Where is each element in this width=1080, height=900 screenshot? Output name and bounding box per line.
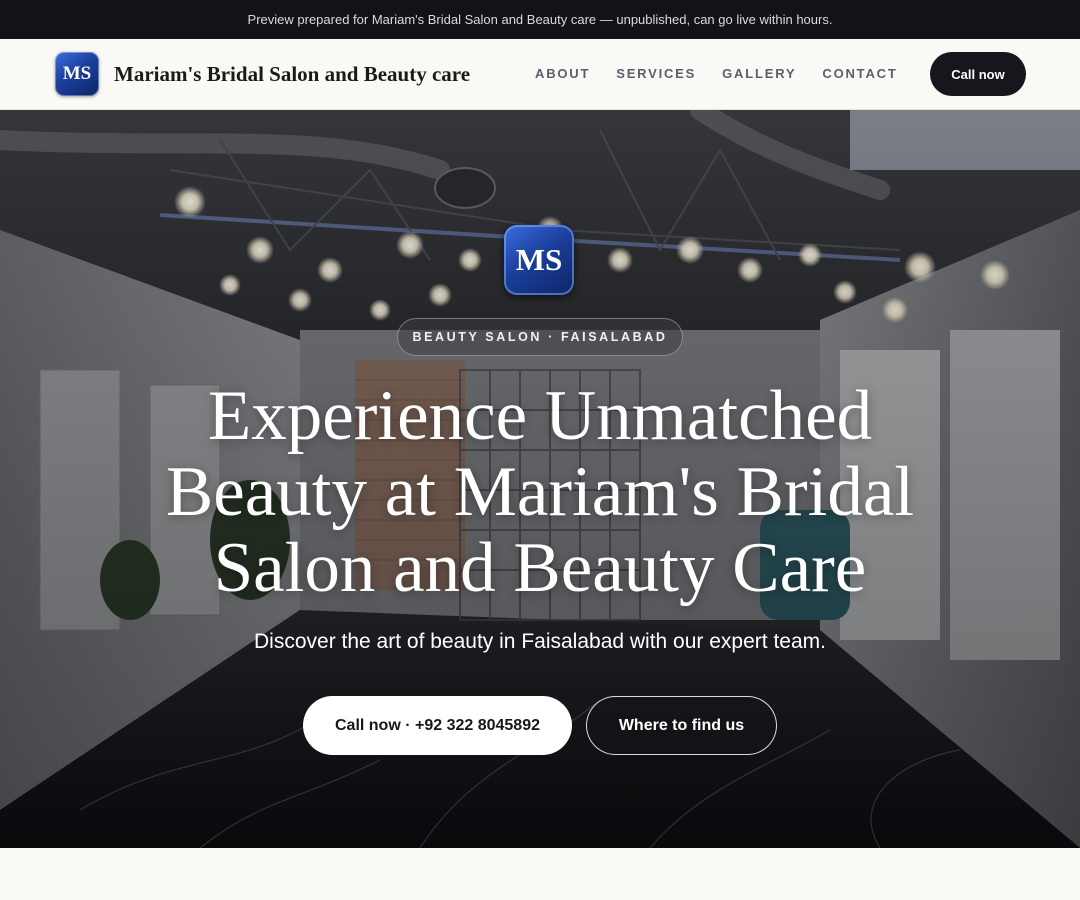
brand-logo-initials: MS [62,63,92,84]
nav-call-button[interactable]: Call now [930,52,1026,96]
nav-link-about[interactable]: ABOUT [535,66,590,81]
preview-banner: Preview prepared for Mariam's Bridal Sal… [0,0,1080,39]
hero-section: MS BEAUTY SALON · FAISALABAD Experience … [0,110,1080,848]
brand-name[interactable]: Mariam's Bridal Salon and Beauty care [114,62,470,87]
nav-link-contact[interactable]: CONTACT [822,66,897,81]
hero-logo: MS [504,225,574,295]
hero-headline: Experience Unmatched Beauty at Mariam's … [165,377,915,607]
hero-find-us-button[interactable]: Where to find us [586,696,777,755]
hero-tagline-badge: BEAUTY SALON · FAISALABAD [397,318,683,356]
top-navigation: MS Mariam's Bridal Salon and Beauty care… [0,39,1080,110]
nav-links: ABOUT SERVICES GALLERY CONTACT [535,66,924,81]
hero-logo-initials: MS [515,242,563,277]
hero-call-button[interactable]: Call now · +92 322 8045892 [303,696,572,755]
preview-banner-text: Preview prepared for Mariam's Bridal Sal… [247,12,833,27]
nav-link-gallery[interactable]: GALLERY [722,66,796,81]
hero-subheadline: Discover the art of beauty in Faisalabad… [254,630,826,653]
nav-link-services[interactable]: SERVICES [616,66,696,81]
brand-logo[interactable]: MS [55,52,99,96]
